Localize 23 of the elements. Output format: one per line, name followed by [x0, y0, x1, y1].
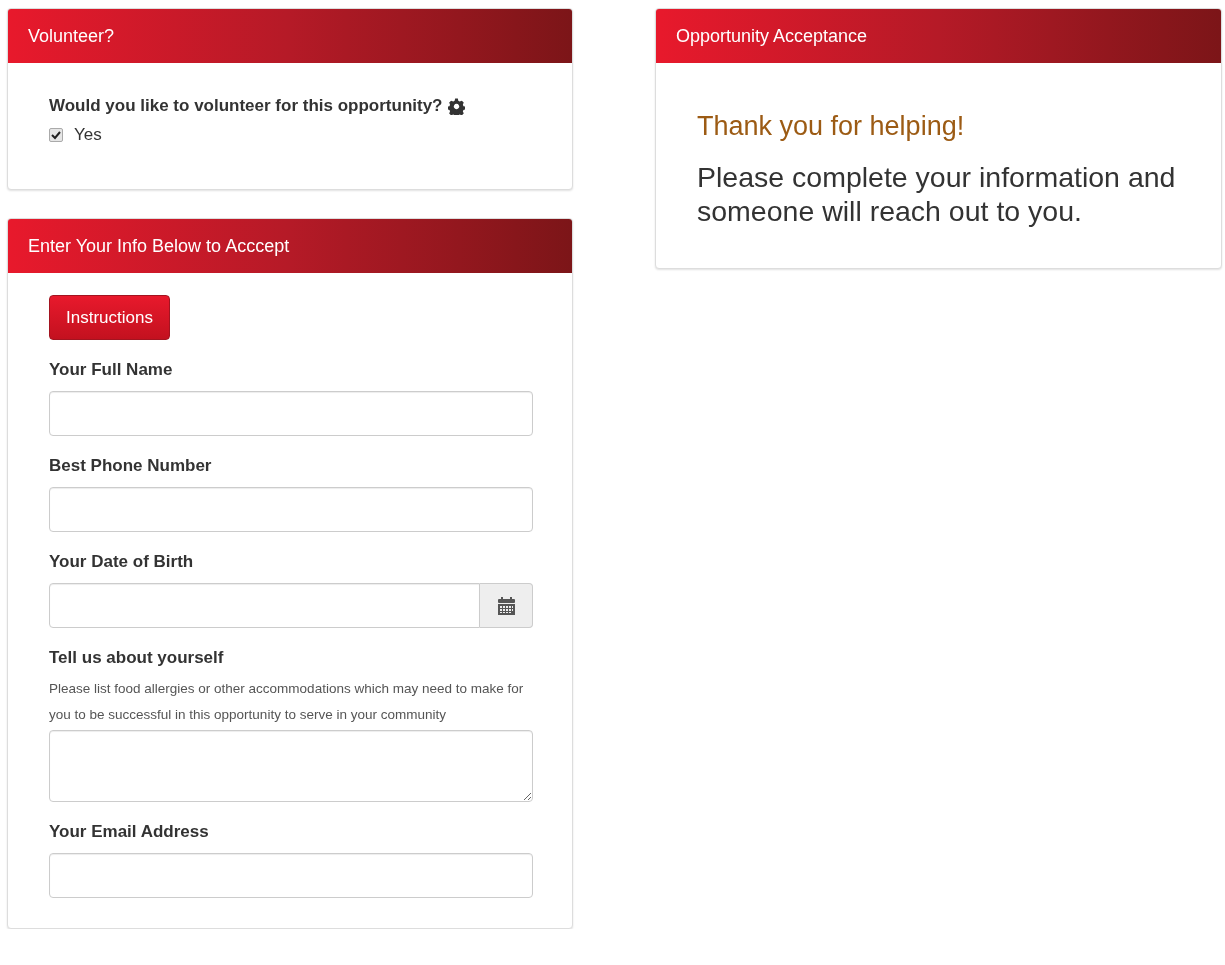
thank-you-heading: Thank you for helping!: [697, 111, 966, 142]
gear-icon[interactable]: [447, 97, 465, 115]
calendar-button[interactable]: [480, 583, 533, 628]
panel-title: Volunteer?: [28, 25, 115, 47]
text-field[interactable]: [49, 487, 533, 532]
field-label: Best Phone Number: [49, 456, 213, 476]
field-label: Your Email Address: [49, 822, 210, 842]
checkbox[interactable]: [49, 128, 63, 142]
date-field[interactable]: [49, 583, 480, 628]
message-text: Please complete your information and someone will reach out to you.: [697, 160, 1177, 228]
calendar-icon: [497, 596, 515, 615]
field-label: Your Full Name: [49, 360, 174, 380]
panel-title: Enter Your Info Below to Acccept: [28, 235, 290, 257]
help-text: Please list food allergies or other accommodations which may need to make for you to be successful in this opportunity to serve in your community: [49, 680, 525, 724]
text-area[interactable]: [49, 730, 533, 802]
field-label: Tell us about yourself: [49, 648, 225, 668]
text-field[interactable]: [49, 853, 533, 898]
instructions-button[interactable]: Instructions: [49, 295, 170, 340]
text-field[interactable]: [49, 391, 533, 436]
panel-title: Opportunity Acceptance: [676, 25, 868, 47]
question-text: Would you like to volunteer for this opportunity?: [49, 96, 443, 116]
field-label: Your Date of Birth: [49, 552, 195, 572]
checkbox-label: Yes: [74, 125, 102, 145]
